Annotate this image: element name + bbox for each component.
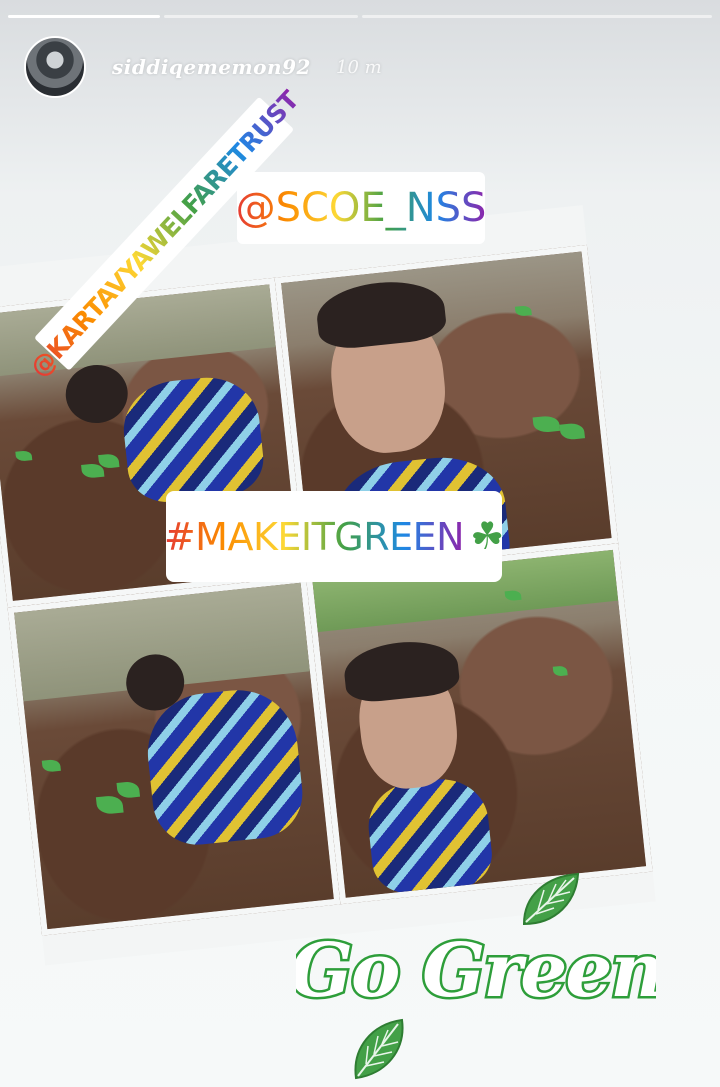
go-green-sticker[interactable]: Go Green xyxy=(287,918,666,1028)
mention-scoe-text: @SCOE_NSS xyxy=(235,185,487,231)
hashtag-sticker[interactable]: #MAKEITGREEN ☘ xyxy=(163,491,505,582)
leaf-icon xyxy=(350,1016,408,1087)
hashtag-text: #MAKEITGREEN xyxy=(163,514,465,559)
mention-sticker-scoe[interactable]: @SCOE_NSS xyxy=(235,172,487,244)
photo-planting-2 xyxy=(7,576,341,936)
go-green-text: Go Green xyxy=(296,928,656,1014)
photo-selfie-2 xyxy=(305,543,653,905)
shamrock-icon: ☘ xyxy=(470,516,505,558)
